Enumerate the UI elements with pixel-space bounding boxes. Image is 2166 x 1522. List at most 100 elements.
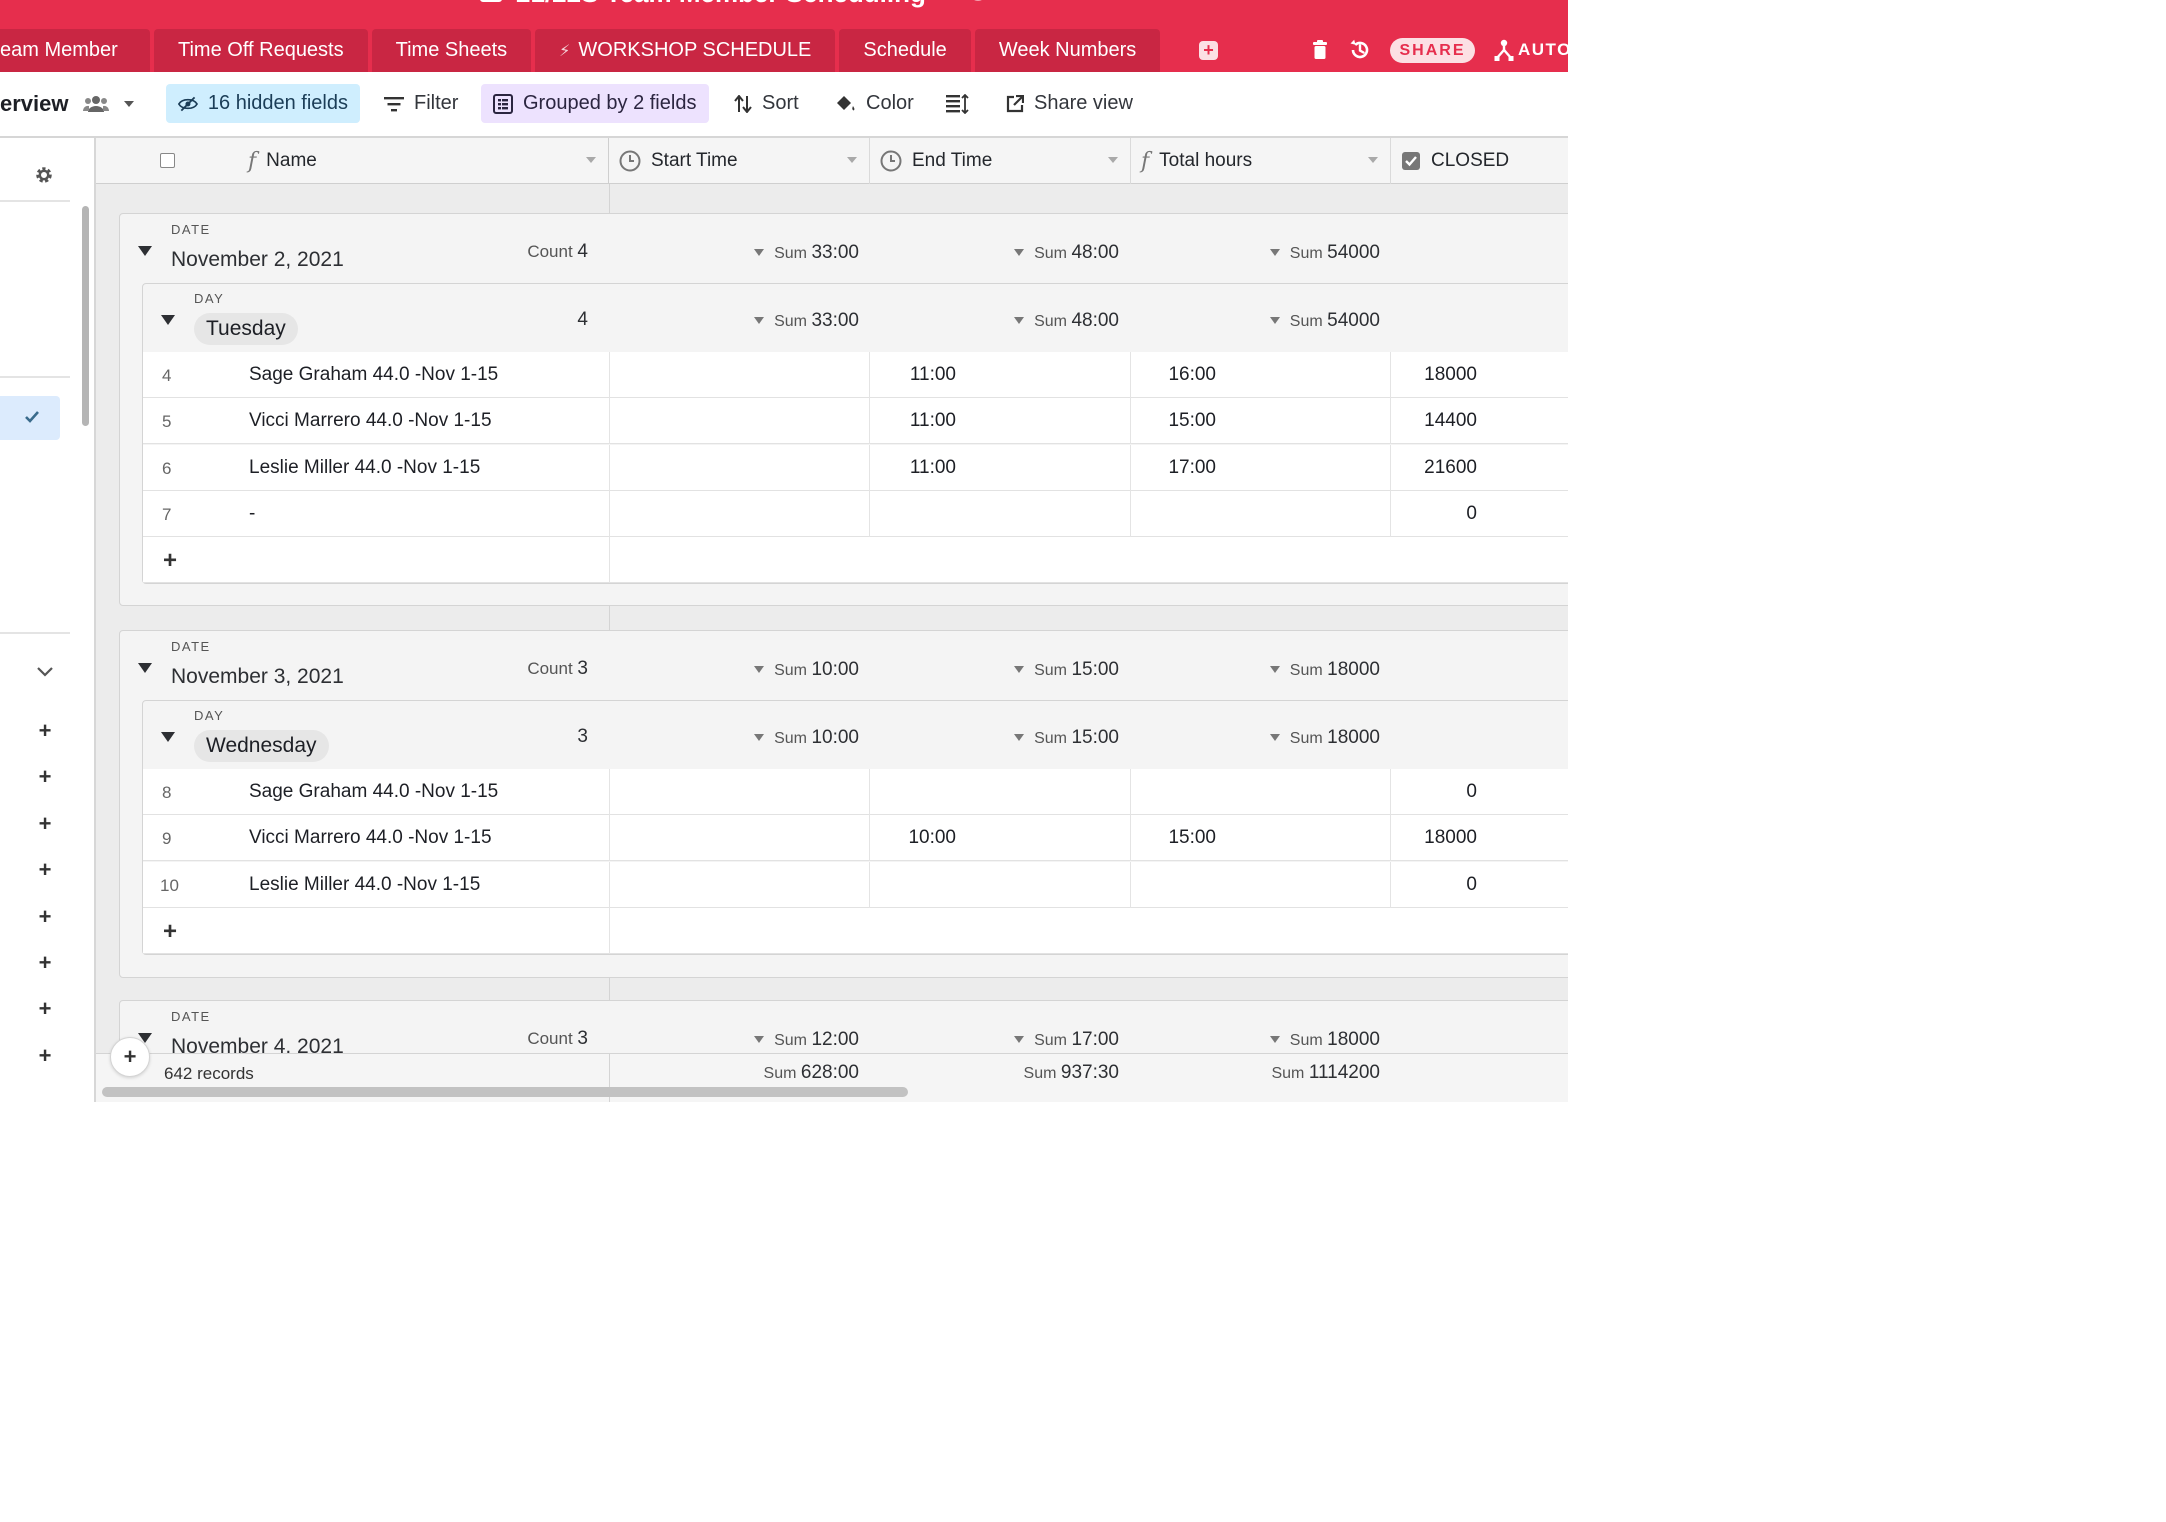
- group-header[interactable]: DATE November 2, 2021 Count 4 Sum 33:00 …: [96, 213, 1568, 283]
- tab-workshop-schedule[interactable]: ⚡︎ WORKSHOP SCHEDULE: [535, 29, 836, 72]
- gear-icon[interactable]: [34, 165, 54, 185]
- tab-time-sheets[interactable]: Time Sheets: [371, 29, 532, 72]
- base-menu-icon[interactable]: [969, 0, 986, 1]
- share-button[interactable]: SHARE: [1390, 38, 1475, 63]
- subgroup-header[interactable]: DAY Tuesday 4 Sum 33:00 Sum 48:00 Sum 54…: [96, 283, 1568, 352]
- group-sum-start[interactable]: Sum 10:00: [754, 659, 859, 681]
- subgroup-sum-end[interactable]: Sum 48:00: [1014, 310, 1119, 332]
- add-view-icon[interactable]: +: [36, 906, 54, 928]
- cell-end-time[interactable]: 17:00: [1168, 457, 1216, 479]
- cell-start-time[interactable]: 11:00: [910, 364, 956, 386]
- chevron-down-icon[interactable]: [1108, 157, 1118, 163]
- chevron-down-icon[interactable]: [586, 157, 596, 163]
- select-all-checkbox[interactable]: [160, 153, 175, 168]
- add-view-icon[interactable]: +: [36, 766, 54, 788]
- table-row[interactable]: 4 Sage Graham 44.0 -Nov 1-15 11:00 16:00…: [143, 352, 1568, 398]
- tab-time-off-requests[interactable]: Time Off Requests: [154, 29, 368, 72]
- view-switcher[interactable]: erview: [0, 84, 135, 123]
- cell-end-time[interactable]: 15:00: [1168, 827, 1216, 849]
- column-header-closed[interactable]: CLOSED: [1391, 138, 1568, 184]
- collapse-triangle-icon[interactable]: [161, 732, 175, 742]
- table-row[interactable]: 8 Sage Graham 44.0 -Nov 1-15 0: [143, 769, 1568, 815]
- cell-total-hours[interactable]: 14400: [1424, 410, 1477, 432]
- group-sum-start[interactable]: Sum 33:00: [754, 242, 859, 264]
- add-view-icon[interactable]: +: [36, 813, 54, 835]
- collapse-triangle-icon[interactable]: [138, 246, 152, 256]
- table-row[interactable]: 10 Leslie Miller 44.0 -Nov 1-15 0: [143, 862, 1568, 908]
- cell-name[interactable]: Leslie Miller 44.0 -Nov 1-15: [249, 874, 480, 896]
- column-header-start-time[interactable]: Start Time: [609, 138, 870, 184]
- cell-total-hours[interactable]: 18000: [1424, 827, 1477, 849]
- tab-schedule[interactable]: Schedule: [839, 29, 971, 72]
- share-view-button[interactable]: Share view: [1006, 84, 1133, 123]
- cell-total-hours[interactable]: 18000: [1424, 364, 1477, 386]
- subgroup-sum-total[interactable]: Sum 18000: [1269, 727, 1380, 749]
- group-header[interactable]: DATE November 3, 2021 Count 3 Sum 10:00 …: [96, 630, 1568, 700]
- hidden-fields-button[interactable]: 16 hidden fields: [166, 84, 360, 123]
- add-record-row[interactable]: +: [143, 537, 1568, 583]
- filter-button[interactable]: Filter: [384, 84, 458, 123]
- active-view-item[interactable]: [0, 396, 60, 440]
- automations-button[interactable]: AUTO: [1494, 39, 1568, 61]
- cell-name[interactable]: -: [249, 503, 255, 525]
- subgroup-header[interactable]: DAY Wednesday 3 Sum 10:00 Sum 15:00 Sum …: [96, 700, 1568, 769]
- tab-team-member[interactable]: eam Member: [0, 29, 150, 72]
- history-icon[interactable]: [1348, 38, 1372, 62]
- panel-scrollbar[interactable]: [82, 206, 89, 426]
- group-sum-total[interactable]: Sum 18000: [1269, 659, 1380, 681]
- add-record-icon[interactable]: +: [163, 547, 177, 575]
- cell-total-hours[interactable]: 0: [1466, 781, 1477, 803]
- table-row[interactable]: 7 - 0: [143, 491, 1568, 537]
- add-view-icon[interactable]: +: [36, 720, 54, 742]
- add-view-icon[interactable]: +: [36, 1045, 54, 1067]
- cell-name[interactable]: Vicci Marrero 44.0 -Nov 1-15: [249, 410, 492, 432]
- group-sum-total[interactable]: Sum 54000: [1269, 242, 1380, 264]
- column-header-name[interactable]: f Name: [238, 138, 609, 184]
- cell-total-hours[interactable]: 21600: [1424, 457, 1477, 479]
- cell-name[interactable]: Sage Graham 44.0 -Nov 1-15: [249, 781, 498, 803]
- add-record-icon[interactable]: +: [163, 918, 177, 946]
- add-record-row[interactable]: +: [143, 908, 1568, 954]
- cell-end-time[interactable]: 16:00: [1168, 364, 1216, 386]
- horizontal-scrollbar[interactable]: [102, 1087, 908, 1097]
- add-view-icon[interactable]: +: [36, 859, 54, 881]
- collapse-triangle-icon[interactable]: [138, 663, 152, 673]
- footer-sum-total[interactable]: Sum 1114200: [1271, 1062, 1380, 1084]
- group-sum-start[interactable]: Sum 12:00: [754, 1029, 859, 1051]
- footer-sum-end[interactable]: Sum 937:30: [1024, 1062, 1119, 1084]
- tab-week-numbers[interactable]: Week Numbers: [974, 29, 1161, 72]
- add-table-icon[interactable]: +: [1199, 41, 1218, 60]
- group-button[interactable]: Grouped by 2 fields: [481, 84, 709, 123]
- cell-start-time[interactable]: 11:00: [910, 410, 956, 432]
- cell-name[interactable]: Sage Graham 44.0 -Nov 1-15: [249, 364, 498, 386]
- cell-name[interactable]: Vicci Marrero 44.0 -Nov 1-15: [249, 827, 492, 849]
- subgroup-sum-start[interactable]: Sum 33:00: [754, 310, 859, 332]
- row-height-button[interactable]: [946, 84, 970, 123]
- color-button[interactable]: Color: [834, 84, 914, 123]
- chevron-down-icon[interactable]: [847, 157, 857, 163]
- table-row[interactable]: 9 Vicci Marrero 44.0 -Nov 1-15 10:00 15:…: [143, 815, 1568, 861]
- cell-end-time[interactable]: 15:00: [1168, 410, 1216, 432]
- group-sum-end[interactable]: Sum 15:00: [1014, 659, 1119, 681]
- table-row[interactable]: 6 Leslie Miller 44.0 -Nov 1-15 11:00 17:…: [143, 445, 1568, 491]
- add-view-icon[interactable]: +: [36, 998, 54, 1020]
- column-header-total-hours[interactable]: f Total hours: [1131, 138, 1391, 184]
- sort-button[interactable]: Sort: [734, 84, 799, 123]
- subgroup-sum-total[interactable]: Sum 54000: [1269, 310, 1380, 332]
- subgroup-sum-end[interactable]: Sum 15:00: [1014, 727, 1119, 749]
- column-header-end-time[interactable]: End Time: [870, 138, 1131, 184]
- cell-start-time[interactable]: 11:00: [910, 457, 956, 479]
- group-sum-end[interactable]: Sum 48:00: [1014, 242, 1119, 264]
- base-title[interactable]: 21/22S Team Member Scheduling: [516, 0, 926, 9]
- subgroup-sum-start[interactable]: Sum 10:00: [754, 727, 859, 749]
- add-view-icon[interactable]: +: [36, 952, 54, 974]
- add-record-button[interactable]: +: [110, 1037, 150, 1077]
- group-sum-total[interactable]: Sum 18000: [1269, 1029, 1380, 1051]
- cell-total-hours[interactable]: 0: [1466, 874, 1477, 896]
- group-sum-end[interactable]: Sum 17:00: [1014, 1029, 1119, 1051]
- cell-name[interactable]: Leslie Miller 44.0 -Nov 1-15: [249, 457, 480, 479]
- chevron-down-icon[interactable]: [37, 667, 53, 677]
- cell-total-hours[interactable]: 0: [1466, 503, 1477, 525]
- cell-start-time[interactable]: 10:00: [908, 827, 956, 849]
- footer-sum-start[interactable]: Sum 628:00: [764, 1062, 859, 1084]
